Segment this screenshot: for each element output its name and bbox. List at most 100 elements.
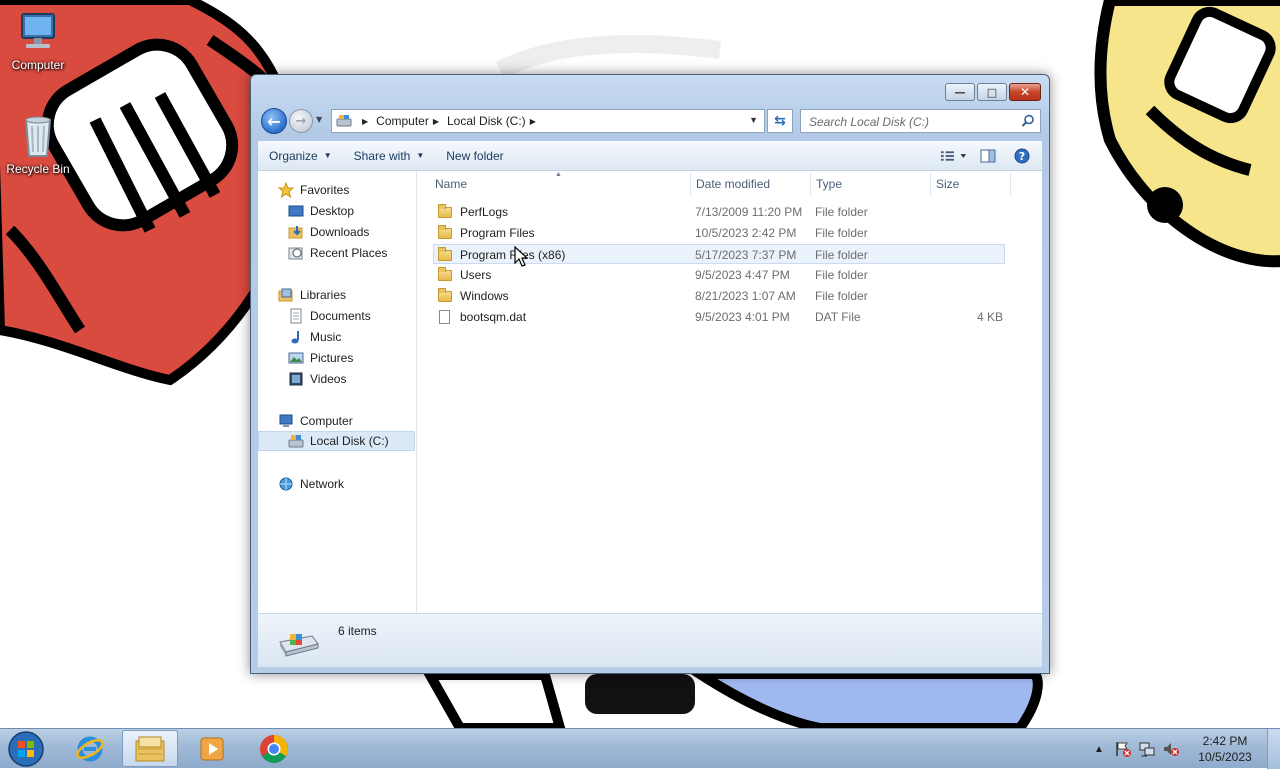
- back-arrow-icon: ←: [267, 111, 281, 131]
- address-bar[interactable]: ▶ Computer ▶ Local Disk (C:) ▶ ▼: [331, 109, 765, 133]
- nav-local-disk[interactable]: Local Disk (C:): [258, 431, 415, 451]
- file-name: Program Files: [460, 226, 535, 240]
- search-input[interactable]: [807, 111, 1021, 133]
- taskbar-internet-explorer[interactable]: [62, 730, 118, 767]
- nav-documents[interactable]: Documents: [288, 306, 371, 326]
- file-size: 4 KB: [976, 310, 1003, 324]
- show-desktop-button[interactable]: [1267, 729, 1280, 769]
- organize-menu[interactable]: Organize ▼: [258, 141, 343, 170]
- nav-desktop[interactable]: Desktop: [288, 201, 354, 221]
- preview-pane-button[interactable]: [974, 145, 1002, 167]
- file-type: File folder: [815, 248, 868, 262]
- nav-music[interactable]: Music: [288, 327, 341, 347]
- nav-recent-places[interactable]: Recent Places: [288, 243, 387, 263]
- folder-icon: [437, 225, 453, 240]
- column-size-label: Size: [936, 177, 960, 191]
- volume-muted-icon[interactable]: [1162, 740, 1180, 758]
- desktop-icon-label: Computer: [11, 58, 65, 72]
- desktop-icon-recycle-bin[interactable]: Recycle Bin: [0, 112, 76, 176]
- star-icon: [277, 181, 295, 199]
- share-with-label: Share with: [353, 148, 411, 163]
- forward-button[interactable]: →: [289, 109, 313, 133]
- column-separator[interactable]: [1010, 173, 1011, 195]
- file-type: File folder: [815, 289, 868, 303]
- help-button[interactable]: ?: [1008, 145, 1036, 167]
- nav-network[interactable]: Network: [278, 474, 344, 494]
- taskbar-windows-explorer[interactable]: [122, 730, 178, 767]
- nav-videos[interactable]: Videos: [288, 369, 346, 389]
- maximize-button[interactable]: □: [977, 83, 1007, 101]
- command-bar: Organize ▼ Share with ▼ New folder ?: [258, 141, 1042, 171]
- downloads-folder-icon: [288, 224, 304, 240]
- file-row[interactable]: PerfLogs 7/13/2009 11:20 PM File folder: [433, 202, 1005, 222]
- mouse-cursor-icon: [514, 246, 528, 267]
- file-type: File folder: [815, 268, 868, 282]
- nav-favorites[interactable]: Favorites: [277, 180, 350, 200]
- nav-label: Local Disk (C:): [310, 434, 389, 448]
- search-box[interactable]: [800, 109, 1041, 133]
- internet-explorer-icon: [76, 736, 104, 761]
- breadcrumb-separator-icon[interactable]: ▶: [433, 117, 439, 126]
- file-icon: [437, 310, 453, 324]
- share-with-menu[interactable]: Share with ▼: [343, 141, 436, 170]
- close-button[interactable]: ✕: [1009, 83, 1041, 101]
- network-status-icon[interactable]: [1138, 740, 1156, 758]
- change-view-button[interactable]: [940, 145, 968, 167]
- refresh-button[interactable]: ⇆: [767, 109, 793, 133]
- breadcrumb-local-disk[interactable]: Local Disk (C:): [447, 114, 526, 128]
- clock-time: 2:42 PM: [1202, 734, 1248, 748]
- desktop-icon: [288, 203, 304, 219]
- file-type: DAT File: [815, 310, 861, 324]
- show-hidden-icons-button[interactable]: ▲: [1090, 740, 1108, 758]
- folder-icon: [437, 247, 453, 262]
- start-orb-icon: [8, 731, 44, 767]
- search-icon[interactable]: [1021, 114, 1035, 128]
- taskbar-media-player[interactable]: [184, 730, 240, 767]
- recent-places-icon: [288, 245, 304, 261]
- back-button[interactable]: ←: [261, 108, 287, 134]
- address-history-dropdown-icon[interactable]: ▼: [749, 115, 758, 125]
- recent-pages-dropdown[interactable]: ▼: [316, 115, 322, 124]
- file-row[interactable]: Program Files 10/5/2023 2:42 PM File fol…: [433, 223, 1005, 243]
- breadcrumb-separator-icon[interactable]: ▶: [530, 117, 536, 126]
- breadcrumb: ▶ Computer ▶ Local Disk (C:) ▶: [358, 114, 544, 128]
- new-folder-button[interactable]: New folder: [435, 141, 514, 170]
- computer-icon: [278, 413, 294, 429]
- file-name: Windows: [460, 289, 509, 303]
- documents-icon: [288, 308, 304, 324]
- file-date: 7/13/2009 11:20 PM: [695, 205, 803, 219]
- nav-label: Libraries: [300, 288, 347, 302]
- nav-label: Recent Places: [310, 246, 388, 260]
- nav-downloads[interactable]: Downloads: [288, 222, 369, 242]
- column-header-type[interactable]: Type: [810, 171, 930, 197]
- action-center-icon[interactable]: [1114, 740, 1132, 758]
- file-row[interactable]: Windows 8/21/2023 1:07 AM File folder: [433, 286, 1005, 306]
- nav-computer[interactable]: Computer: [278, 411, 353, 431]
- start-button[interactable]: [6, 730, 46, 768]
- nav-label: Network: [300, 477, 345, 491]
- column-date-label: Date modified: [696, 177, 771, 191]
- column-header-date[interactable]: Date modified: [690, 171, 810, 197]
- nav-libraries[interactable]: Libraries: [278, 285, 346, 305]
- drive-icon: [288, 433, 304, 449]
- file-name: Program Files (x86): [460, 248, 566, 262]
- navigation-bar: ← → ▼ ▶ Computer ▶ Local Disk (C:) ▶ ▼ ⇆: [259, 107, 1041, 135]
- taskbar-chrome[interactable]: [246, 730, 302, 767]
- breadcrumb-computer[interactable]: Computer: [376, 114, 429, 128]
- desktop-icon-computer[interactable]: Computer: [0, 8, 76, 72]
- nav-label: Favorites: [300, 183, 350, 197]
- details-view-icon: [940, 150, 967, 161]
- nav-pictures[interactable]: Pictures: [288, 348, 353, 368]
- file-date: 9/5/2023 4:47 PM: [695, 268, 790, 282]
- file-row[interactable]: bootsqm.dat 9/5/2023 4:01 PM DAT File 4 …: [433, 307, 1005, 327]
- clock[interactable]: 2:42 PM 10/5/2023: [1189, 733, 1261, 765]
- column-type-label: Type: [816, 177, 843, 191]
- music-icon: [288, 329, 304, 345]
- minimize-button[interactable]: —: [945, 83, 975, 101]
- file-row[interactable]: Users 9/5/2023 4:47 PM File folder: [433, 265, 1005, 285]
- column-header-size[interactable]: Size: [930, 171, 1010, 197]
- file-name: bootsqm.dat: [460, 310, 527, 324]
- breadcrumb-separator-icon[interactable]: ▶: [362, 117, 368, 126]
- column-header-name[interactable]: Name: [429, 171, 689, 197]
- folder-icon: [437, 288, 453, 303]
